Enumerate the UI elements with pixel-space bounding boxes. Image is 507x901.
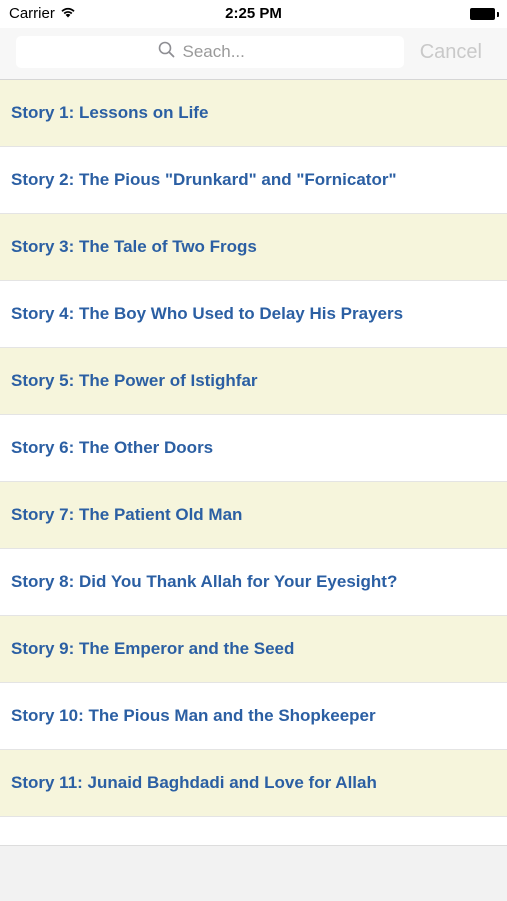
story-title: Story 10: The Pious Man and the Shopkeep… (11, 706, 376, 725)
list-item[interactable]: Story 4: The Boy Who Used to Delay His P… (0, 281, 507, 348)
status-time: 2:25 PM (225, 5, 282, 22)
list-item[interactable]: Story 1: Lessons on Life (0, 80, 507, 147)
list-item[interactable]: Story 7: The Patient Old Man (0, 482, 507, 549)
story-title: Story 11: Junaid Baghdadi and Love for A… (11, 773, 377, 792)
battery-icon (470, 8, 499, 20)
search-input[interactable] (182, 42, 263, 62)
list-item[interactable]: Story 5: The Power of Istighfar (0, 348, 507, 415)
story-title: Story 4: The Boy Who Used to Delay His P… (11, 304, 404, 323)
search-bar: Cancel (0, 28, 507, 80)
list-item[interactable]: Story 2: The Pious "Drunkard" and "Forni… (0, 147, 507, 214)
story-title: Story 8: Did You Thank Allah for Your Ey… (11, 572, 398, 591)
list-item[interactable]: Story 10: The Pious Man and the Shopkeep… (0, 683, 507, 750)
story-title: Story 5: The Power of Istighfar (11, 371, 258, 390)
story-title: Story 6: The Other Doors (11, 438, 214, 457)
list-item[interactable]: Story 3: The Tale of Two Frogs (0, 214, 507, 281)
story-title: Story 7: The Patient Old Man (11, 505, 243, 524)
story-title: Story 3: The Tale of Two Frogs (11, 237, 257, 256)
list-item[interactable]: Story 8: Did You Thank Allah for Your Ey… (0, 549, 507, 616)
list-item[interactable]: Story 6: The Other Doors (0, 415, 507, 482)
story-title: Story 1: Lessons on Life (11, 103, 209, 122)
list-item[interactable]: Story 11: Junaid Baghdadi and Love for A… (0, 750, 507, 817)
story-title: Story 9: The Emperor and the Seed (11, 639, 295, 658)
bottom-bar (0, 845, 507, 901)
story-title: Story 2: The Pious "Drunkard" and "Forni… (11, 170, 397, 189)
search-field[interactable] (16, 36, 404, 68)
search-icon (158, 41, 183, 63)
status-bar: Carrier 2:25 PM (0, 0, 507, 28)
story-list: Story 1: Lessons on Life Story 2: The Pio… (0, 80, 507, 817)
list-item[interactable]: Story 9: The Emperor and the Seed (0, 616, 507, 683)
cancel-button[interactable]: Cancel (420, 41, 482, 64)
